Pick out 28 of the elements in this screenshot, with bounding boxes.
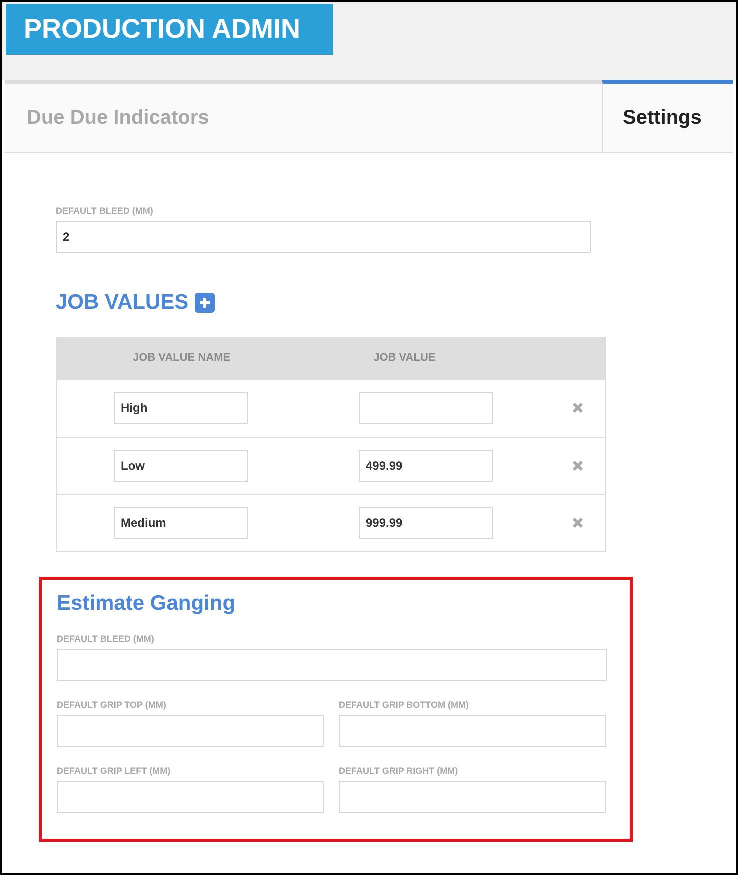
field-label: DEFAULT BLEED (MM) xyxy=(56,205,154,217)
section-heading: JOB VALUES xyxy=(56,290,189,316)
field-label: DEFAULT BLEED (MM) xyxy=(57,633,154,645)
value-input[interactable]: 499.99 xyxy=(359,450,493,482)
input-field[interactable] xyxy=(57,649,607,681)
name-input[interactable]: High xyxy=(114,392,248,424)
input-field[interactable] xyxy=(57,781,324,813)
input-field[interactable] xyxy=(57,715,324,747)
input-field[interactable]: 2 xyxy=(56,221,591,253)
field-label: DEFAULT GRIP RIGHT (MM) xyxy=(339,765,458,777)
app-title: PRODUCTION ADMIN xyxy=(6,4,333,55)
name-input[interactable]: Low xyxy=(114,450,248,482)
column-header: JOB VALUE NAME xyxy=(133,351,231,366)
name-input[interactable]: Medium xyxy=(114,506,248,538)
input-field[interactable] xyxy=(339,715,606,747)
delete-icon[interactable] xyxy=(571,516,585,530)
field-label: DEFAULT GRIP LEFT (MM) xyxy=(57,765,171,777)
delete-icon[interactable] xyxy=(571,458,585,472)
tab[interactable]: Settings xyxy=(602,80,733,152)
section-heading: Estimate Ganging xyxy=(57,590,236,616)
delete-icon[interactable] xyxy=(571,401,585,415)
field-label: DEFAULT GRIP BOTTOM (MM) xyxy=(339,699,469,711)
value-input[interactable] xyxy=(359,392,493,424)
add-icon[interactable] xyxy=(194,292,215,313)
input-field[interactable] xyxy=(339,781,606,813)
value-input[interactable]: 999.99 xyxy=(359,506,493,538)
column-header: JOB VALUE xyxy=(374,351,436,366)
field-label: DEFAULT GRIP TOP (MM) xyxy=(57,699,166,711)
